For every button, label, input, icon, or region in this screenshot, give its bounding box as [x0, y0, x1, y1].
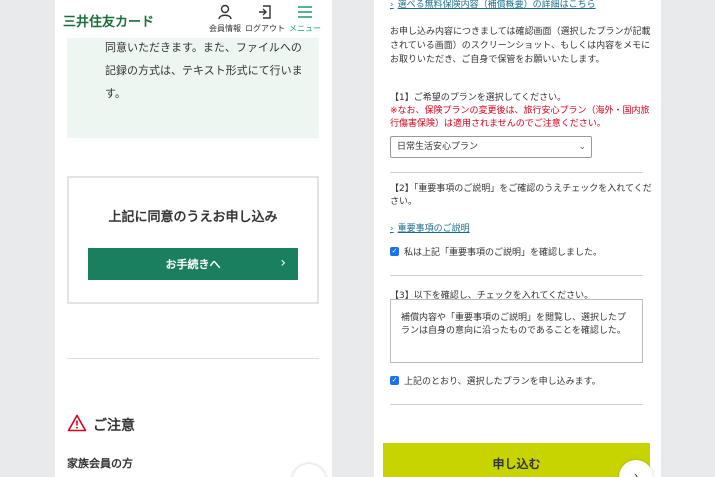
warning-triangle-icon: [67, 414, 87, 436]
chevron-down-icon: ⌄: [578, 142, 586, 152]
chevron-right-icon: ›: [280, 255, 286, 271]
check-icon: ✓: [390, 376, 399, 385]
section-divider: [390, 172, 643, 173]
section-divider: [390, 275, 643, 276]
section-divider: [67, 358, 319, 359]
confirm-important-checkbox[interactable]: ✓ 私は上記「重要事項のご説明」を確認しました。: [390, 245, 602, 258]
chevron-right-icon: ›: [390, 0, 394, 10]
right-phone-screen: › 選べる無料保険内容（補償概要）の詳細はこちら お申し込み内容につきましては確認…: [374, 0, 661, 477]
plan-warning: ※なお、保険プランの変更後は、旅行安心プラン（海外・国内旅行傷害保険）は適用され…: [390, 106, 650, 129]
member-info-button[interactable]: 会員情報: [205, 3, 245, 34]
section-divider: [390, 404, 643, 405]
logout-label: ログアウト: [245, 24, 285, 33]
proceed-button-label: お手続きへ: [165, 258, 221, 271]
check-icon: ✓: [390, 247, 399, 256]
plan-question: 【1】ご希望のプランを選択してください。 ※なお、保険プランの変更後は、旅行安心…: [390, 92, 652, 131]
chevron-right-icon: ›: [390, 224, 394, 234]
left-phone-screen: 同意いただきます。また、ファイルへの記録の方式は、テキスト形式にて行います。 三…: [55, 0, 332, 477]
apply-title: 上記に同意のうえお申し込み: [108, 210, 278, 225]
submit-button-label: 申し込む: [492, 456, 541, 471]
coverage-details-link-text: 選べる無料保険内容（補償概要）の詳細はこちら: [397, 0, 596, 10]
coverage-details-link[interactable]: › 選べる無料保険内容（補償概要）の詳細はこちら: [390, 0, 596, 10]
hamburger-icon: [285, 3, 325, 21]
brand-logo[interactable]: 三井住友カード: [63, 11, 154, 30]
proceed-button[interactable]: お手続きへ ›: [88, 248, 298, 280]
submit-application-button[interactable]: 申し込む: [383, 443, 650, 477]
plan-select-value: 日常生活安心プラン: [397, 142, 479, 152]
menu-button[interactable]: メニュー: [285, 3, 325, 34]
menu-label: メニュー: [289, 24, 321, 33]
caution-heading: ご注意: [67, 414, 135, 436]
important-matters-link-text: 重要事項のご説明: [397, 224, 470, 234]
chevron-right-icon: ›: [633, 469, 639, 477]
member-info-label: 会員情報: [209, 24, 241, 33]
logout-button[interactable]: ログアウト: [245, 3, 285, 34]
plan-question-label: 【1】ご希望のプランを選択してください。: [390, 93, 567, 103]
important-question-label: 【2】「重要事項のご説明」をご確認のうえチェックを入れてください。: [390, 184, 652, 207]
consent-text: 同意いただきます。また、ファイルへの記録の方式は、テキスト形式にて行います。: [105, 41, 303, 100]
person-icon: [205, 3, 245, 21]
apply-card: 上記に同意のうえお申し込み お手続きへ ›: [67, 176, 319, 304]
important-matters-link[interactable]: › 重要事項のご説明: [390, 221, 470, 234]
apply-plan-label: 上記のとおり、選択したプランを申し込みます。: [404, 377, 601, 387]
plan-select[interactable]: 日常生活安心プラン ⌄: [390, 136, 592, 158]
caution-title: ご注意: [93, 418, 135, 434]
apply-plan-checkbox[interactable]: ✓ 上記のとおり、選択したプランを申し込みます。: [390, 374, 601, 387]
screenshot-notice: お申し込み内容につきましては確認画面（選択したプランが記載されている画面）のスク…: [390, 27, 651, 65]
screenshot-stage: 同意いただきます。また、ファイルへの記録の方式は、テキスト形式にて行います。 三…: [0, 0, 715, 477]
confirm-statement-box: 補償内容や「重要事項のご説明」を閲覧し、選択したプランは自身の意向に沿ったもので…: [390, 299, 643, 363]
scroll-top-button[interactable]: [292, 464, 326, 477]
confirm-important-label: 私は上記「重要事項のご説明」を確認しました。: [404, 248, 603, 258]
logout-icon: [245, 3, 285, 21]
family-member-heading: 家族会員の方: [67, 457, 133, 470]
site-header: 三井住友カード 会員情報 ログアウト メニュー: [55, 0, 332, 38]
